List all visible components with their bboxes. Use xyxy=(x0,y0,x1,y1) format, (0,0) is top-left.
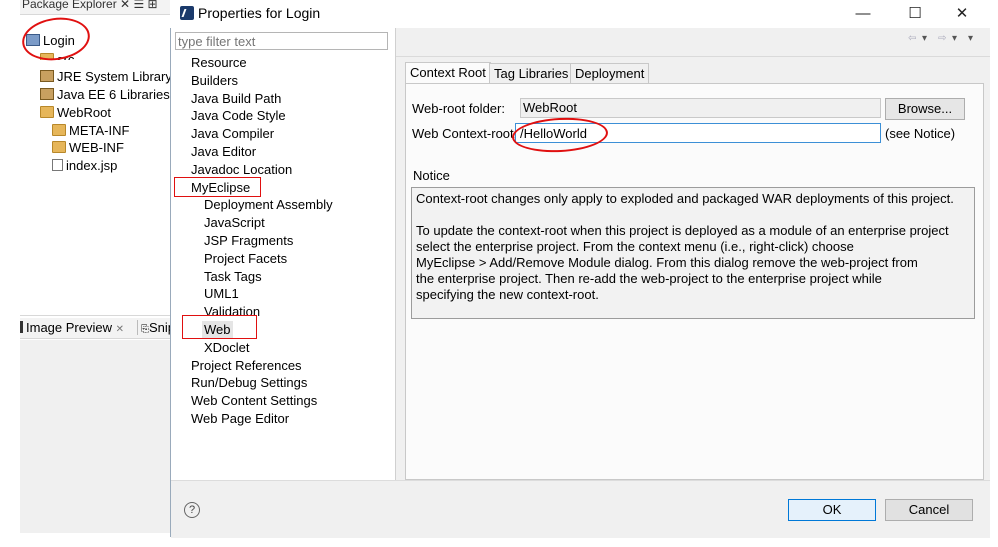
notice-paragraph-1: Context-root changes only apply to explo… xyxy=(416,191,954,206)
folder-icon xyxy=(40,106,54,118)
nav-item-java-editor[interactable]: Java Editor xyxy=(191,143,256,160)
web-root-folder-field: WebRoot xyxy=(520,98,881,118)
tree-item-meta-inf[interactable]: META-INF xyxy=(52,123,129,138)
myeclipse-highlight-box xyxy=(174,177,261,197)
nav-item-xdoclet[interactable]: XDoclet xyxy=(204,339,250,356)
minimize-button[interactable]: — xyxy=(843,2,883,26)
myeclipse-logo-icon xyxy=(180,6,194,20)
web-context-root-label: Web Context-root: xyxy=(412,126,518,141)
tree-item-web-inf[interactable]: WEB-INF xyxy=(52,140,124,155)
image-preview-area xyxy=(20,340,172,533)
page-toolbar xyxy=(396,28,990,57)
help-icon[interactable]: ? xyxy=(184,502,200,518)
nav-item-project-references[interactable]: Project References xyxy=(191,357,302,374)
forward-arrow-icon[interactable]: ⇨ xyxy=(938,33,946,44)
filter-input[interactable] xyxy=(175,32,388,50)
nav-item-web-content-settings[interactable]: Web Content Settings xyxy=(191,392,317,409)
lower-panel-tabs: Image Preview ✕ ⎘Snip xyxy=(20,318,175,339)
web-root-folder-label: Web-root folder: xyxy=(412,101,505,116)
browse-button[interactable]: Browse... xyxy=(885,98,965,120)
nav-item-jsp-fragments[interactable]: JSP Fragments xyxy=(204,232,293,249)
notice-text-box: Context-root changes only apply to explo… xyxy=(411,187,975,319)
back-arrow-icon[interactable]: ⇦ xyxy=(908,33,916,44)
folder-icon xyxy=(52,141,66,153)
file-icon xyxy=(52,159,63,171)
tree-item-webroot[interactable]: WebRoot xyxy=(40,105,111,120)
nav-item-uml1[interactable]: UML1 xyxy=(204,285,239,302)
nav-item-resource[interactable]: Resource xyxy=(191,54,247,71)
nav-item-java-code-style[interactable]: Java Code Style xyxy=(191,107,286,124)
tab-deployment[interactable]: Deployment xyxy=(570,63,650,83)
tab-tag-libraries[interactable]: Tag Libraries xyxy=(489,63,574,83)
cancel-button[interactable]: Cancel xyxy=(885,499,973,521)
see-notice-hint: (see Notice) xyxy=(885,126,956,141)
forward-menu-chevron-icon[interactable]: ▾ xyxy=(952,33,957,44)
library-icon xyxy=(40,88,54,100)
tree-item-javaee[interactable]: Java EE 6 Libraries xyxy=(40,87,170,102)
tab-image-preview[interactable]: Image Preview ✕ xyxy=(20,320,124,335)
tab-context-root[interactable]: Context Root xyxy=(405,62,491,84)
package-explorer-tab-label: Package Explorer ✕ ☰ ⊞ xyxy=(22,0,158,11)
nav-item-run-debug-settings[interactable]: Run/Debug Settings xyxy=(191,374,307,391)
nav-item-java-build-path[interactable]: Java Build Path xyxy=(191,90,281,107)
dialog-title: Properties for Login xyxy=(198,5,321,21)
tree-item-jre[interactable]: JRE System Library [j xyxy=(40,69,182,84)
nav-item-project-facets[interactable]: Project Facets xyxy=(204,250,287,267)
nav-item-builders[interactable]: Builders xyxy=(191,72,238,89)
view-menu-chevron-icon[interactable]: ▾ xyxy=(968,33,973,44)
image-preview-icon xyxy=(20,321,23,333)
nav-item-web-page-editor[interactable]: Web Page Editor xyxy=(191,410,289,427)
ok-button[interactable]: OK xyxy=(788,499,876,521)
web-highlight-box xyxy=(182,315,257,339)
nav-item-javascript[interactable]: JavaScript xyxy=(204,214,265,231)
snippets-icon: ⎘ xyxy=(141,324,149,335)
nav-item-javadoc-location[interactable]: Javadoc Location xyxy=(191,161,292,178)
nav-item-deployment-assembly[interactable]: Deployment Assembly xyxy=(204,196,333,213)
nav-item-task-tags[interactable]: Task Tags xyxy=(204,268,262,285)
notice-paragraph-2: To update the context-root when this pro… xyxy=(416,223,949,302)
close-icon[interactable]: ✕ xyxy=(116,324,124,335)
folder-icon xyxy=(52,124,66,136)
tree-item-index-jsp[interactable]: index.jsp xyxy=(52,158,117,173)
notice-label: Notice xyxy=(413,168,450,183)
back-menu-chevron-icon[interactable]: ▾ xyxy=(922,33,927,44)
package-explorer-tab[interactable]: Package Explorer ✕ ☰ ⊞ xyxy=(20,0,172,15)
library-icon xyxy=(40,70,54,82)
close-button[interactable]: ✕ xyxy=(942,2,982,26)
nav-item-java-compiler[interactable]: Java Compiler xyxy=(191,125,274,142)
maximize-button[interactable]: ☐ xyxy=(895,2,935,26)
